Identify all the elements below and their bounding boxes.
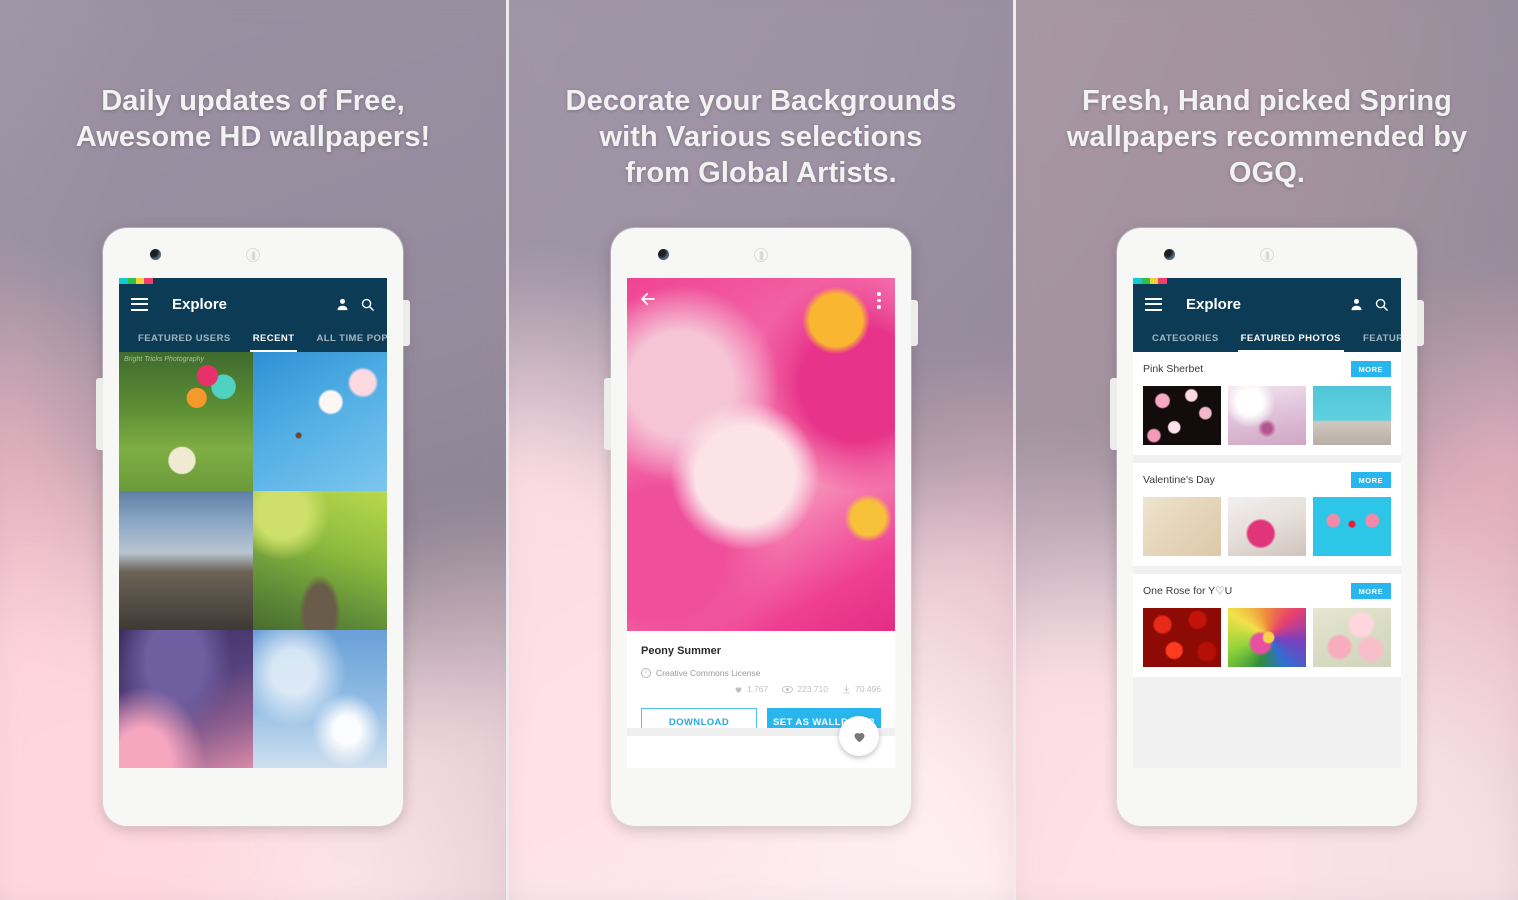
tab-recent[interactable]: RECENT: [242, 324, 306, 352]
promo-banner: Daily updates of Free, Awesome HD wallpa…: [0, 0, 1518, 900]
wallpaper-thumb-jets[interactable]: [253, 630, 387, 768]
photo-stats: 1.767 223.710 70.496: [641, 684, 881, 694]
thumb-red-roses[interactable]: [1143, 608, 1221, 667]
phone-mockup-2: ||| Peony Summer i Creative Commons Lice…: [604, 228, 918, 826]
license-label: Creative Commons License: [656, 668, 761, 678]
wallpaper-thumb-balloons[interactable]: Bright Tricks Photography: [119, 352, 253, 491]
eye-icon: [782, 685, 794, 693]
favorite-button[interactable]: [839, 716, 879, 756]
front-camera-icon: [150, 249, 161, 260]
phone-volume-button: [96, 378, 103, 450]
phone-power-button: [1417, 300, 1424, 346]
phone-volume-button: [604, 378, 611, 450]
stat-likes-value: 1.767: [746, 684, 769, 694]
search-icon[interactable]: [1374, 297, 1389, 312]
hero-photo-peony[interactable]: [627, 278, 895, 631]
tab-categories[interactable]: CATEGORIES: [1141, 324, 1230, 352]
earpiece-speaker-icon: |||: [1260, 248, 1274, 262]
phone-power-button: [911, 300, 918, 346]
thumb-lavender-flowers[interactable]: [1228, 386, 1306, 445]
more-vertical-icon[interactable]: [877, 292, 881, 312]
promo-panel-1: Daily updates of Free, Awesome HD wallpa…: [0, 0, 506, 900]
creative-commons-icon: i: [641, 668, 651, 678]
thumb-love-letters[interactable]: [1313, 497, 1391, 556]
phone-mockup-1: ||| Explore FEATURED USERS RECENT ALL TI…: [96, 228, 410, 826]
panel-2-headline: Decorate your Backgrounds with Various s…: [565, 85, 957, 189]
phone-volume-button: [1110, 378, 1117, 450]
heart-icon: [854, 732, 864, 742]
promo-panel-3: Fresh, Hand picked Spring wallpapers rec…: [1013, 0, 1518, 900]
stat-views-value: 223.710: [797, 684, 828, 694]
section-valentines-day: Valentine's Day MORE: [1133, 463, 1401, 566]
hamburger-menu-icon[interactable]: [1145, 297, 1162, 311]
earpiece-speaker-icon: |||: [246, 248, 260, 262]
front-camera-icon: [1164, 249, 1175, 260]
phone-power-button: [403, 300, 410, 346]
thumb-heart-bokeh[interactable]: [1143, 386, 1221, 445]
phone-1-screen: Explore FEATURED USERS RECENT ALL TIME P…: [119, 278, 387, 768]
person-icon[interactable]: [1349, 297, 1364, 312]
phone-3-screen: Explore CATEGORIES FEATURED PHOTOS FEATU…: [1133, 278, 1401, 768]
wallpaper-thumb-blossom[interactable]: [253, 352, 387, 491]
wallpaper-thumb-trees[interactable]: [253, 491, 387, 630]
thumb-rainbow-rose[interactable]: [1228, 608, 1306, 667]
app-bar-3: Explore: [1133, 284, 1401, 324]
back-arrow-icon[interactable]: [639, 290, 657, 308]
search-icon[interactable]: [360, 297, 375, 312]
front-camera-icon: [658, 249, 669, 260]
person-icon[interactable]: [335, 297, 350, 312]
stat-likes: 1.767: [734, 684, 768, 694]
promo-panel-2: Decorate your Backgrounds with Various s…: [506, 0, 1013, 900]
license-row: i Creative Commons License: [641, 668, 881, 678]
panel-1-headline: Daily updates of Free, Awesome HD wallpa…: [75, 85, 431, 153]
download-icon: [843, 685, 850, 693]
watermark-text: Bright Tricks Photography: [124, 356, 205, 363]
section-title: Pink Sherbet: [1143, 363, 1204, 375]
section-pink-sherbet: Pink Sherbet MORE: [1133, 352, 1401, 455]
featured-sections-list: Pink Sherbet MORE Valentine's Day MORE O…: [1133, 352, 1401, 768]
tab-all-time-popular[interactable]: ALL TIME POPULAR: [305, 324, 387, 352]
stat-views: 223.710: [782, 684, 828, 694]
wallpaper-thumb-pier[interactable]: [119, 491, 253, 630]
section-title: Valentine's Day: [1143, 474, 1215, 486]
tab-featured-photos[interactable]: FEATURED PHOTOS: [1230, 324, 1352, 352]
app-title-1: Explore: [172, 295, 228, 313]
wallpaper-thumb-nebula[interactable]: [119, 630, 253, 768]
tab-featured-users[interactable]: FEATURED USERS: [1352, 324, 1401, 352]
stat-downloads: 70.496: [842, 684, 881, 694]
section-title: One Rose for Y♡U: [1143, 585, 1233, 597]
thumb-candy-heart[interactable]: [1228, 497, 1306, 556]
photo-title: Peony Summer: [641, 645, 722, 657]
thumb-pink-bicycle[interactable]: [1313, 386, 1391, 445]
wallpaper-grid: Bright Tricks Photography: [119, 352, 387, 768]
panel-3-headline: Fresh, Hand picked Spring wallpapers rec…: [1066, 85, 1468, 189]
phone-2-screen: Peony Summer i Creative Commons License …: [627, 278, 895, 768]
more-button[interactable]: MORE: [1350, 361, 1391, 377]
thumb-pink-roses[interactable]: [1313, 608, 1391, 667]
tab-bar-3[interactable]: CATEGORIES FEATURED PHOTOS FEATURED USER…: [1133, 324, 1401, 352]
section-one-rose-for-you: One Rose for Y♡U MORE: [1133, 574, 1401, 677]
heart-icon: [735, 686, 742, 693]
earpiece-speaker-icon: |||: [754, 248, 768, 262]
photo-detail-sheet: Peony Summer i Creative Commons License …: [627, 631, 895, 756]
app-title-3: Explore: [1186, 295, 1242, 313]
more-button[interactable]: MORE: [1350, 472, 1391, 488]
stat-downloads-value: 70.496: [855, 684, 881, 694]
tab-bar-1[interactable]: FEATURED USERS RECENT ALL TIME POPULAR: [119, 324, 387, 352]
app-bar-1: Explore: [119, 284, 387, 324]
phone-mockup-3: ||| Explore CATEGORIES FEATURED PHOTOS F…: [1110, 228, 1424, 826]
hamburger-menu-icon[interactable]: [131, 297, 148, 311]
tab-featured-users[interactable]: FEATURED USERS: [127, 324, 242, 352]
more-button[interactable]: MORE: [1350, 583, 1391, 599]
thumb-scrabble-love[interactable]: [1143, 497, 1221, 556]
